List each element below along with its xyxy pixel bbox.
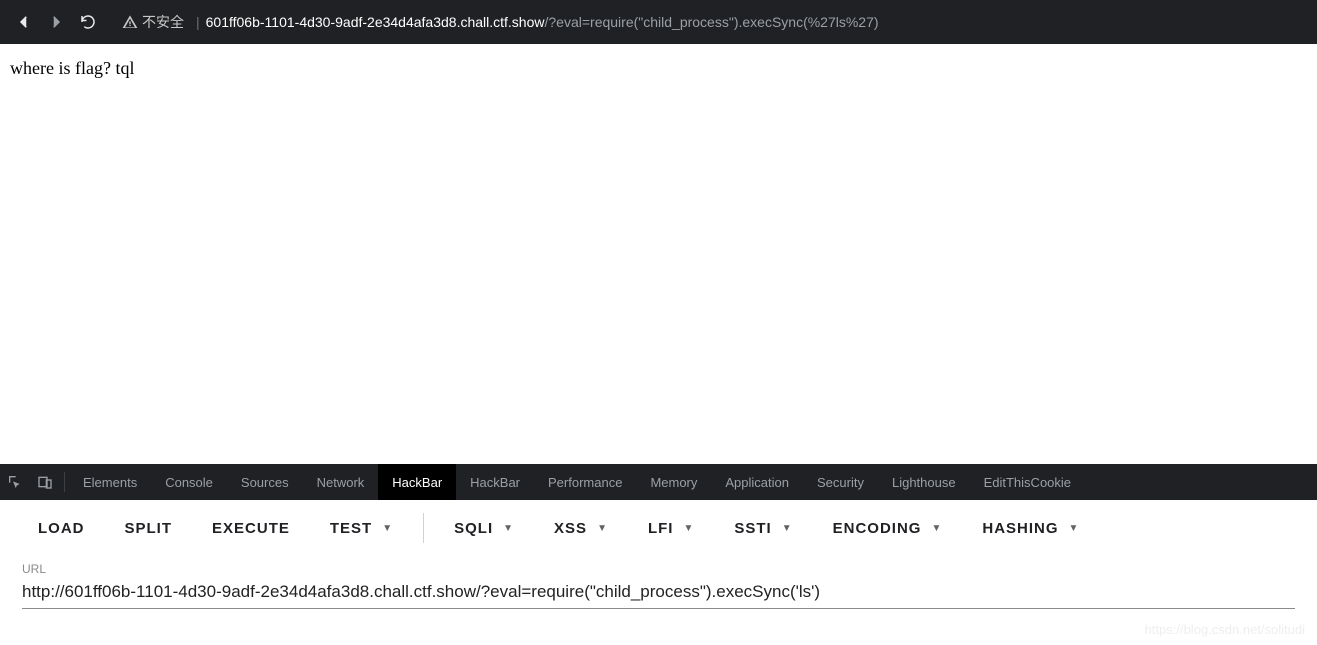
devtools-tab-hackbar-active[interactable]: HackBar <box>378 464 456 500</box>
url-path: /?eval=require("child_process").execSync… <box>545 14 879 30</box>
hackbar-ssti-dropdown[interactable]: SSTI▼ <box>714 500 812 556</box>
warning-icon <box>122 14 138 30</box>
insecure-label: 不安全 <box>142 12 184 32</box>
hackbar-hashing-dropdown[interactable]: HASHING▼ <box>962 500 1099 556</box>
hackbar-toolbar: LOAD SPLIT EXECUTE TEST▼ SQLI▼ XSS▼ LFI▼… <box>0 500 1317 556</box>
devtools-tab-performance[interactable]: Performance <box>534 464 636 500</box>
devtools-tab-memory[interactable]: Memory <box>636 464 711 500</box>
chevron-down-icon: ▼ <box>597 523 608 534</box>
page-content: where is flag? tql <box>0 44 1317 464</box>
devtools-tab-application[interactable]: Application <box>711 464 803 500</box>
devtools-tab-console[interactable]: Console <box>151 464 227 500</box>
chevron-down-icon: ▼ <box>503 523 514 534</box>
reload-button[interactable] <box>72 6 104 38</box>
hackbar-load-button[interactable]: LOAD <box>18 500 105 556</box>
forward-button[interactable] <box>40 6 72 38</box>
inspect-element-icon[interactable] <box>0 464 30 500</box>
separator <box>423 513 424 543</box>
insecure-indicator: 不安全 <box>122 12 184 32</box>
browser-navigation-bar: 不安全 | 601ff06b-1101-4d30-9adf-2e34d4afa3… <box>0 0 1317 44</box>
chevron-down-icon: ▼ <box>683 523 694 534</box>
hackbar-execute-button[interactable]: EXECUTE <box>192 500 310 556</box>
separator <box>64 472 65 492</box>
devtools-tab-strip: Elements Console Sources Network HackBar… <box>0 464 1317 500</box>
hackbar-url-input[interactable] <box>22 578 1295 609</box>
chevron-down-icon: ▼ <box>931 523 942 534</box>
devtools-tab-editthiscookie[interactable]: EditThisCookie <box>970 464 1085 500</box>
hackbar-url-section: URL <box>0 556 1317 609</box>
chevron-down-icon: ▼ <box>1069 523 1080 534</box>
back-button[interactable] <box>8 6 40 38</box>
url-host: 601ff06b-1101-4d30-9adf-2e34d4afa3d8.cha… <box>206 14 545 30</box>
chevron-down-icon: ▼ <box>382 523 393 534</box>
device-toolbar-icon[interactable] <box>30 464 60 500</box>
hackbar-encoding-dropdown[interactable]: ENCODING▼ <box>813 500 963 556</box>
url-field-label: URL <box>22 562 1295 576</box>
address-bar[interactable]: 不安全 | 601ff06b-1101-4d30-9adf-2e34d4afa3… <box>114 7 1309 37</box>
hackbar-split-button[interactable]: SPLIT <box>105 500 193 556</box>
hackbar-test-dropdown[interactable]: TEST▼ <box>310 500 413 556</box>
devtools-tab-sources[interactable]: Sources <box>227 464 303 500</box>
devtools-tab-security[interactable]: Security <box>803 464 878 500</box>
devtools-tab-lighthouse[interactable]: Lighthouse <box>878 464 970 500</box>
hackbar-sqli-dropdown[interactable]: SQLI▼ <box>434 500 534 556</box>
devtools-tab-network[interactable]: Network <box>303 464 379 500</box>
devtools-tab-hackbar[interactable]: HackBar <box>456 464 534 500</box>
response-text: where is flag? tql <box>10 58 134 78</box>
separator: | <box>196 14 200 30</box>
watermark: https://blog.csdn.net/solitudi <box>1145 622 1305 637</box>
hackbar-xss-dropdown[interactable]: XSS▼ <box>534 500 628 556</box>
hackbar-lfi-dropdown[interactable]: LFI▼ <box>628 500 714 556</box>
devtools-tab-elements[interactable]: Elements <box>69 464 151 500</box>
chevron-down-icon: ▼ <box>782 523 793 534</box>
